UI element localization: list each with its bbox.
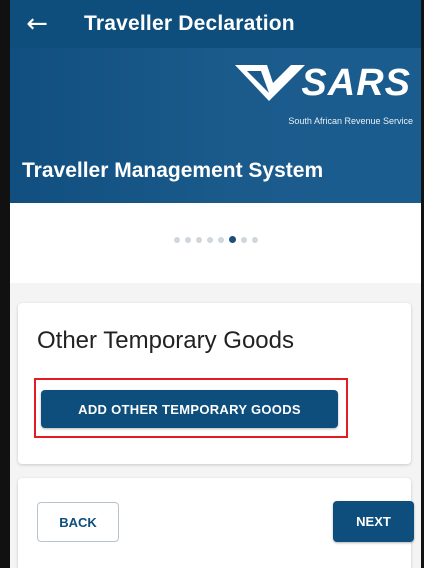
sars-logo: SARS bbox=[233, 58, 411, 108]
progress-panel bbox=[10, 203, 421, 283]
step-dot bbox=[206, 236, 213, 243]
app-bar-title: Traveller Declaration bbox=[84, 12, 295, 35]
step-dot bbox=[217, 236, 224, 243]
back-button[interactable]: BACK bbox=[37, 502, 119, 542]
logo-subtitle: South African Revenue Service bbox=[288, 116, 413, 126]
arrow-left-icon[interactable]: ← bbox=[18, 0, 56, 48]
header-banner: SARS South African Revenue Service Trave… bbox=[10, 48, 421, 203]
navigation-card: BACK NEXT bbox=[18, 478, 414, 568]
step-dot bbox=[195, 236, 202, 243]
next-button[interactable]: NEXT bbox=[333, 501, 414, 542]
banner-title: Traveller Management System bbox=[22, 159, 324, 182]
logo-text: SARS bbox=[301, 61, 411, 104]
card-title: Other Temporary Goods bbox=[37, 327, 295, 354]
step-dot bbox=[184, 236, 191, 243]
step-dot-active bbox=[228, 236, 236, 244]
add-other-temporary-goods-button[interactable]: ADD OTHER TEMPORARY GOODS bbox=[41, 390, 338, 428]
app-bar: ← Traveller Declaration bbox=[10, 0, 421, 48]
temporary-goods-card: Other Temporary Goods ADD OTHER TEMPORAR… bbox=[18, 303, 411, 464]
sars-chevron-icon bbox=[235, 65, 306, 101]
step-dot bbox=[240, 236, 247, 243]
app-screen: ← Traveller Declaration SARS South Afric… bbox=[10, 0, 421, 568]
screen-edge-left bbox=[0, 0, 10, 568]
step-dot bbox=[251, 236, 258, 243]
step-dot bbox=[173, 236, 180, 243]
step-indicator bbox=[10, 231, 421, 249]
